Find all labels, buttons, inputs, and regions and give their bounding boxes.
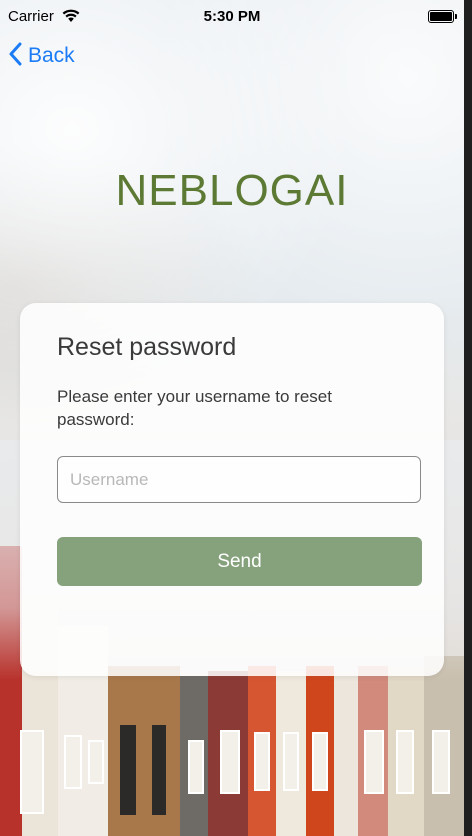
app-screen: Carrier 5:30 PM Back NEBLOGAI Reset pass… — [0, 0, 464, 836]
card-title: Reset password — [57, 333, 237, 361]
app-logo-text: NEBLOGAI — [115, 166, 349, 215]
battery-icon — [428, 10, 457, 23]
card-description: Please enter your username to reset pass… — [57, 387, 332, 429]
reset-password-card: Reset password Please enter your usernam… — [20, 303, 444, 676]
back-button[interactable]: Back — [8, 40, 75, 72]
send-button[interactable]: Send — [57, 537, 422, 586]
status-bar: Carrier 5:30 PM — [0, 0, 464, 34]
chevron-left-icon — [8, 42, 22, 71]
back-label: Back — [28, 44, 75, 67]
username-input[interactable] — [57, 456, 421, 503]
status-time: 5:30 PM — [203, 8, 261, 25]
window-frame-edge — [464, 0, 472, 836]
